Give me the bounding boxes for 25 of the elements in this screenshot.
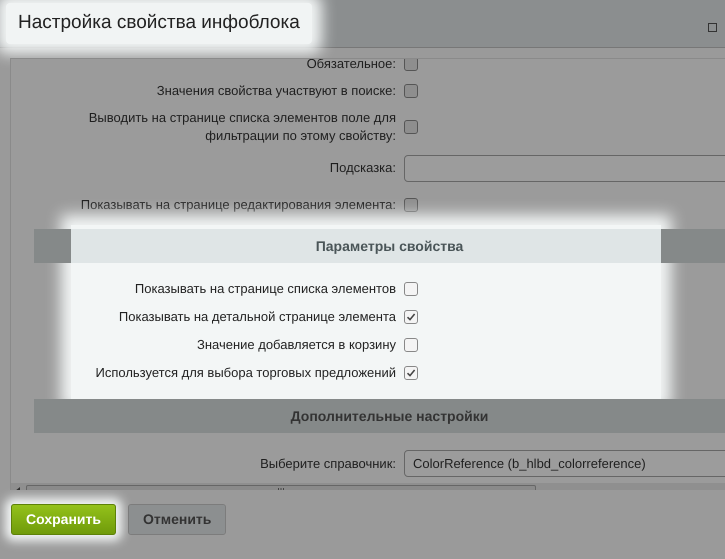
checkbox[interactable] [404,282,418,296]
checkbox[interactable] [404,338,418,352]
section-header: Параметры свойства [34,229,725,263]
field-label: Подсказка: [330,159,396,177]
maximize-icon[interactable] [708,23,717,32]
section-header: Дополнительные настройки [34,399,725,433]
save-button[interactable]: Сохранить [11,504,116,535]
checkbox[interactable] [404,84,418,98]
field-label: Используется для выбора торговых предложений [96,364,396,382]
checkbox[interactable] [404,198,418,212]
field-label: Показывать на странице списка элементов [134,280,396,298]
checkbox[interactable] [404,310,418,324]
field-label: Выберите справочник: [260,454,396,472]
field-label: Значение добавляется в корзину [196,336,396,354]
field-label: Значения свойства участвуют в поиске: [156,82,396,100]
field-label: Выводить на странице списка элементов поле для фильтрации по этому свойству: [88,109,396,145]
field-label: Показывать на странице редактирования элемента: [80,196,396,214]
checkbox[interactable] [404,120,418,134]
select-field[interactable]: ColorReference (b_hlbd_colorreference) [404,450,725,477]
text-input[interactable] [404,154,725,182]
checkbox[interactable] [404,59,418,71]
cancel-button[interactable]: Отменить [128,504,226,535]
window-title: Настройка свойства инфоблока [6,3,312,44]
checkbox[interactable] [404,366,418,380]
field-label: Показывать на детальной странице элемента [118,308,396,326]
